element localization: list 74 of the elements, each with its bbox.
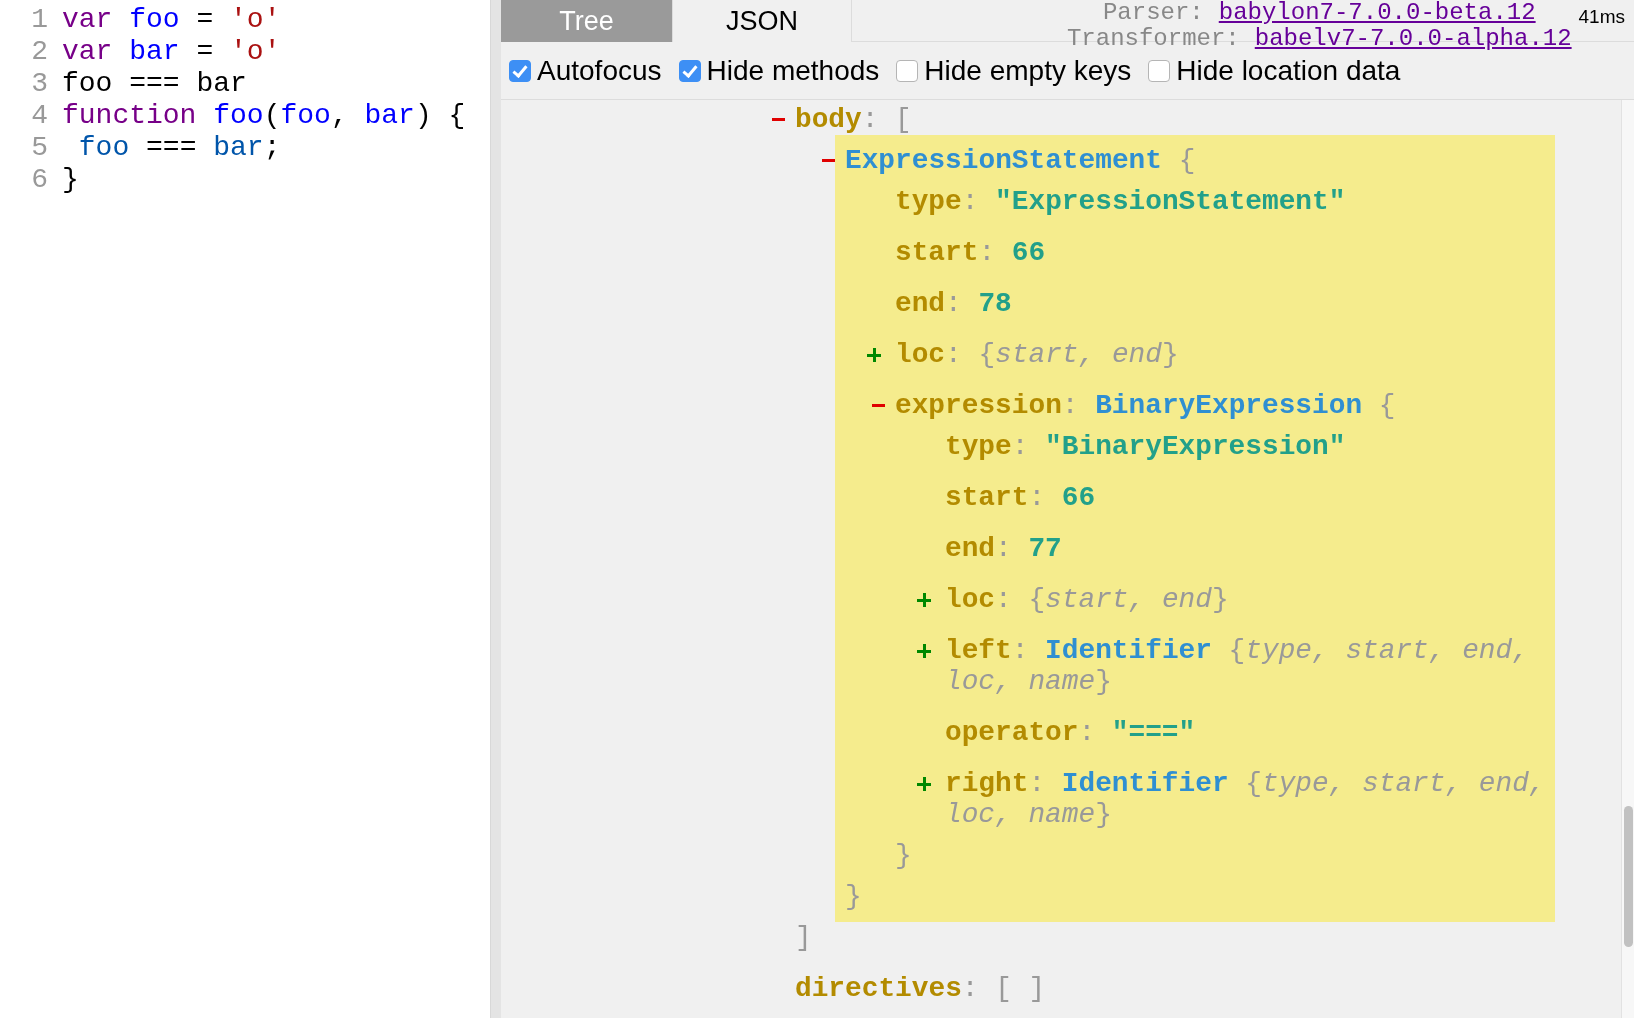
checkbox[interactable] bbox=[1148, 59, 1171, 82]
property-value: 66 bbox=[1061, 482, 1096, 513]
key-separator: : bbox=[1078, 717, 1096, 748]
version-link[interactable]: babylon7-7.0.0-beta.12 bbox=[1218, 0, 1536, 26]
property-key: directives bbox=[795, 973, 962, 1004]
line-number: 4 bbox=[30, 100, 48, 132]
line-number: 6 bbox=[30, 164, 48, 196]
checkbox[interactable] bbox=[509, 59, 531, 82]
node-type: ExpressionStatement bbox=[845, 145, 1162, 176]
checkbox-label[interactable]: Hide empty keys bbox=[924, 54, 1132, 87]
code-line: foo === bar bbox=[62, 68, 247, 100]
timing-text: 41ms bbox=[1578, 6, 1625, 28]
property-key: end bbox=[895, 288, 946, 319]
expand-toggle[interactable] bbox=[917, 592, 931, 607]
key-separator: : bbox=[945, 288, 962, 319]
collapse-toggle[interactable] bbox=[872, 404, 885, 407]
line-number: 2 bbox=[30, 36, 48, 68]
key-separator: : bbox=[961, 973, 979, 1004]
checkbox-label[interactable]: Hide location data bbox=[1176, 54, 1401, 87]
property-key: type bbox=[895, 186, 962, 217]
property-value: "ExpressionStatement" bbox=[995, 186, 1346, 217]
property-value: "BinaryExpression" bbox=[1045, 431, 1346, 462]
property-value: 78 bbox=[978, 288, 1012, 319]
property-key: body bbox=[795, 104, 862, 135]
bracket: { bbox=[1378, 390, 1396, 421]
bracket: ] bbox=[795, 922, 812, 953]
bracket: } bbox=[895, 840, 912, 871]
checkbox[interactable] bbox=[896, 59, 919, 82]
key-separator: : bbox=[1011, 431, 1029, 462]
key-separator: : bbox=[1061, 390, 1079, 421]
key-separator: : bbox=[978, 237, 996, 268]
tree-line: loc: {start, end} bbox=[895, 339, 1179, 370]
checkbox-label[interactable]: Hide methods bbox=[706, 54, 880, 87]
property-value: 66 bbox=[1011, 237, 1046, 268]
line-number: 5 bbox=[30, 132, 48, 164]
line-number: 1 bbox=[30, 4, 48, 36]
property-key: end bbox=[945, 533, 996, 564]
property-key: expression bbox=[895, 390, 1062, 421]
expand-toggle[interactable] bbox=[917, 643, 931, 658]
scrollbar-thumb[interactable] bbox=[1624, 806, 1633, 947]
collapse-toggle[interactable] bbox=[822, 159, 835, 162]
tree-line: right: Identifier {type, start, end, loc, name} bbox=[945, 768, 1546, 830]
expand-toggle[interactable] bbox=[917, 776, 931, 791]
property-key: type bbox=[945, 431, 1012, 462]
bracket: { bbox=[1178, 145, 1196, 176]
property-value: "===" bbox=[1111, 717, 1196, 748]
code-line: var bar = 'o' bbox=[62, 36, 281, 68]
code-line: function foo(foo, bar) { bbox=[62, 100, 466, 132]
line-number: 3 bbox=[30, 68, 48, 100]
property-value: 77 bbox=[1028, 533, 1062, 564]
collapse-toggle[interactable] bbox=[772, 118, 785, 121]
checkbox-label[interactable]: Autofocus bbox=[537, 54, 662, 87]
property-key: operator bbox=[945, 717, 1079, 748]
property-value: [ ] bbox=[995, 973, 1046, 1004]
expand-toggle[interactable] bbox=[867, 347, 881, 362]
bracket: } bbox=[845, 881, 862, 912]
property-key: start bbox=[945, 482, 1029, 513]
code-line: } bbox=[62, 164, 79, 196]
version-label: Parser: bbox=[1102, 0, 1204, 26]
tree-line: loc: {start, end} bbox=[945, 584, 1229, 615]
tab[interactable]: JSON bbox=[673, 0, 852, 42]
checkbox[interactable] bbox=[678, 59, 701, 82]
code-line: foo === bar; bbox=[77, 132, 281, 164]
key-separator: : bbox=[961, 186, 979, 217]
bracket: [ bbox=[895, 104, 912, 135]
key-separator: : bbox=[995, 533, 1012, 564]
version-link[interactable]: babelv7-7.0.0-alpha.12 bbox=[1254, 25, 1572, 52]
property-key: start bbox=[895, 237, 979, 268]
code-line: var foo = 'o' bbox=[62, 4, 281, 36]
tree-line: left: Identifier {type, start, end, loc, name} bbox=[945, 635, 1529, 697]
node-type: BinaryExpression bbox=[1095, 390, 1363, 421]
key-separator: : bbox=[1028, 482, 1046, 513]
version-label: Transformer: bbox=[1066, 25, 1240, 52]
key-separator: : bbox=[861, 104, 879, 135]
